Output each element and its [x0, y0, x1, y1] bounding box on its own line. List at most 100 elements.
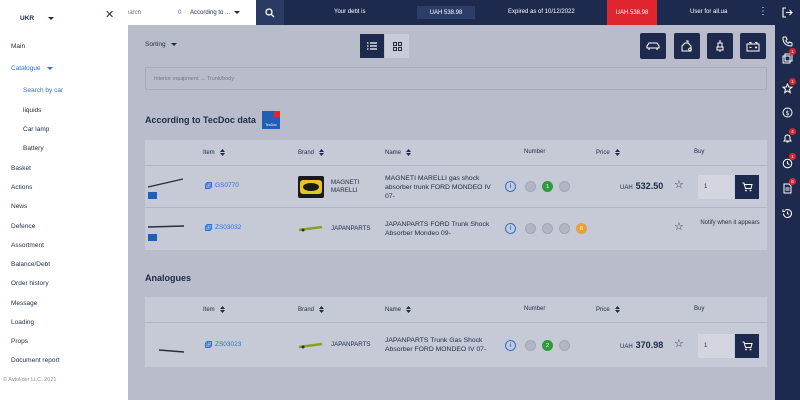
menu-item-basket[interactable]: Basket [11, 165, 31, 172]
menu-item-balance-debt[interactable]: Balance/Debt [11, 261, 50, 268]
rail-copy-button[interactable]: 1 [779, 48, 796, 67]
language-select[interactable]: UKR [20, 15, 55, 22]
menu-item-news[interactable]: News [11, 203, 27, 210]
notify-when-available-link[interactable]: Notify when it appears [697, 219, 763, 228]
column-header-buy: Buy [694, 306, 705, 312]
spark-plug-button[interactable] [707, 33, 733, 59]
item-code-link[interactable]: GS0770 [205, 182, 239, 189]
japanparts-logo [298, 342, 323, 349]
menu-item-main[interactable]: Main [11, 43, 25, 50]
info-icon[interactable]: i [505, 181, 516, 192]
price-value: 532.50 [635, 181, 664, 191]
rail-balance-button[interactable]: $ [779, 104, 796, 121]
product-image[interactable] [145, 331, 185, 357]
language-label: UKR [20, 15, 35, 22]
menu-item-message[interactable]: Message [11, 300, 37, 307]
shock-absorber-thumbnail [147, 225, 185, 241]
favorite-star-icon[interactable]: ☆ [674, 338, 684, 350]
menu-item-loading[interactable]: Loading [11, 319, 34, 326]
item-code-link[interactable]: ZS03032 [205, 224, 241, 231]
item-code-link[interactable]: ZS03023 [205, 341, 241, 348]
part-name[interactable]: JAPANPARTS Trunk Gas Shock Absorber FORD… [385, 336, 500, 354]
menu-item-defence[interactable]: Defence [11, 223, 35, 230]
stock-indicator [559, 340, 570, 351]
brand-name: JAPANPARTS [331, 225, 371, 232]
rail-recent-button[interactable] [779, 205, 796, 222]
info-icon[interactable]: i [505, 223, 516, 234]
copy-badge: 1 [789, 48, 796, 55]
logout-button[interactable] [779, 4, 796, 21]
favorite-star-icon[interactable]: ☆ [674, 179, 684, 191]
quantity-field[interactable]: 1 [698, 175, 734, 199]
sorting-select[interactable]: Sorting [145, 41, 177, 48]
spark-plug-icon [716, 40, 724, 52]
column-header-item[interactable]: Item [203, 149, 225, 156]
quantity-field[interactable]: 1 [698, 334, 734, 358]
column-header-name[interactable]: Name [385, 306, 412, 313]
column-header-label: Price [596, 306, 610, 313]
cart-icon [742, 341, 753, 351]
column-header-brand[interactable]: Brand [298, 149, 325, 156]
product-image[interactable] [145, 216, 185, 242]
user-name[interactable]: User for all.ua [690, 9, 727, 15]
breadcrumb: Interior equipment → Trunk/body [145, 67, 767, 90]
tecdoc-logo: TecDoc [262, 111, 280, 129]
column-header-label: Name [385, 149, 402, 156]
column-header-price[interactable]: Price [596, 149, 620, 156]
chevron-down-icon [170, 42, 177, 46]
search-scope-select[interactable]: According to ... [190, 10, 241, 16]
battery-button[interactable] [740, 33, 766, 59]
price: UAH 532.50 [620, 181, 663, 191]
column-header-label: Brand [298, 149, 315, 156]
stock-indicator [525, 223, 536, 234]
breadcrumb-text[interactable]: Interior equipment → Trunk/body [154, 76, 234, 82]
price-currency: UAH [620, 344, 633, 350]
grid-view-button[interactable] [385, 34, 409, 58]
favorite-star-icon[interactable]: ☆ [674, 221, 684, 233]
table-row: GS0770 MAGNETI MARELLI MAGNETI MARELLI g… [145, 165, 767, 207]
sort-icon [406, 306, 412, 313]
stock-indicator: 6 [576, 223, 587, 234]
brand-name: MAGNETI MARELLI [331, 179, 360, 194]
rail-notifications-button[interactable]: 4 [779, 128, 796, 147]
more-menu-icon[interactable]: ⋮ [758, 6, 768, 18]
column-header-price[interactable]: Price [596, 306, 620, 313]
car-selector-button[interactable] [640, 33, 666, 59]
rail-history-button[interactable]: 1 [779, 153, 796, 172]
part-name[interactable]: JAPANPARTS FORD Trunk Shock Absorber Mon… [385, 220, 500, 238]
column-header-number: Number [524, 306, 546, 312]
menu-item-document-report[interactable]: Document report [11, 357, 59, 364]
sort-icon [219, 149, 225, 156]
liquids-button[interactable] [674, 33, 700, 59]
menu-item-order-history[interactable]: Order history [11, 280, 49, 287]
brand-logo-japanparts [298, 333, 324, 355]
rail-documents-button[interactable]: 6 [779, 178, 796, 197]
column-header-name[interactable]: Name [385, 149, 412, 156]
menu-item-props[interactable]: Props [11, 338, 28, 345]
add-to-cart-button[interactable] [735, 175, 759, 199]
column-header-label: Brand [298, 306, 315, 313]
bell-badge: 4 [789, 128, 796, 135]
menu-item-actions[interactable]: Actions [11, 184, 32, 191]
menu-item-battery[interactable]: Battery [23, 145, 44, 152]
menu-item-search-by-car[interactable]: Search by car [23, 87, 63, 94]
column-header-item[interactable]: Item [203, 306, 225, 313]
menu-item-liquids[interactable]: liquids [23, 107, 41, 114]
copy-icon [205, 341, 212, 348]
close-icon[interactable]: ✕ [105, 9, 114, 21]
search-button[interactable] [256, 0, 284, 25]
rail-favorites-button[interactable]: 1 [779, 78, 796, 97]
list-icon [367, 42, 377, 50]
add-to-cart-button[interactable] [735, 334, 759, 358]
column-header-brand[interactable]: Brand [298, 306, 325, 313]
product-image[interactable] [145, 174, 185, 200]
menu-item-catalogue[interactable]: Catalogue [11, 65, 53, 72]
menu-item-assortment[interactable]: Assortment [11, 242, 44, 249]
item-code: ZS03032 [215, 224, 242, 231]
sort-icon [319, 149, 325, 156]
info-icon[interactable]: i [505, 340, 516, 351]
column-header-label: Item [203, 306, 215, 313]
part-name[interactable]: MAGNETI MARELLI gas shock absorber trunk… [385, 174, 500, 201]
list-view-button[interactable] [360, 34, 384, 58]
menu-item-car-lamp[interactable]: Car lamp [23, 126, 49, 133]
